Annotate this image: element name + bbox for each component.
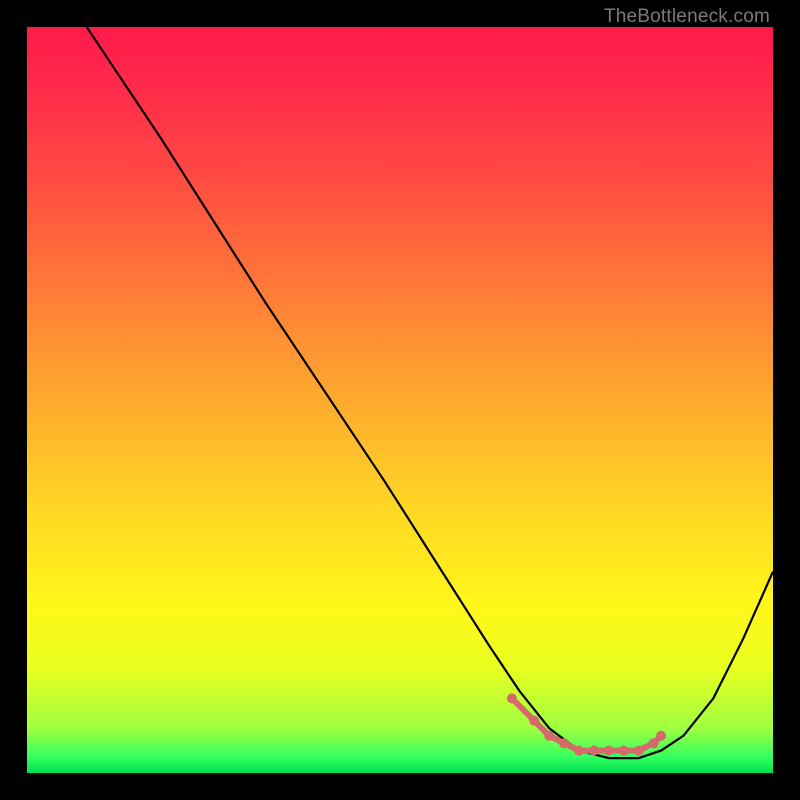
marker-dot [649,738,659,748]
bottleneck-curve [87,27,773,758]
marker-dot [574,746,584,756]
marker-dot [507,693,517,703]
chart-container: TheBottleneck.com [0,0,800,800]
curve-layer [27,27,773,773]
watermark-text: TheBottleneck.com [604,6,770,28]
curve-path [87,27,773,758]
marker-dot [634,746,644,756]
marker-dot [604,746,614,756]
marker-dot [619,746,629,756]
marker-dot [544,731,554,741]
marker-dot [559,738,569,748]
bottleneck-range-markers [507,693,666,755]
marker-dot [529,716,539,726]
plot-area [27,27,773,773]
marker-dot [589,746,599,756]
marker-dot [656,731,666,741]
